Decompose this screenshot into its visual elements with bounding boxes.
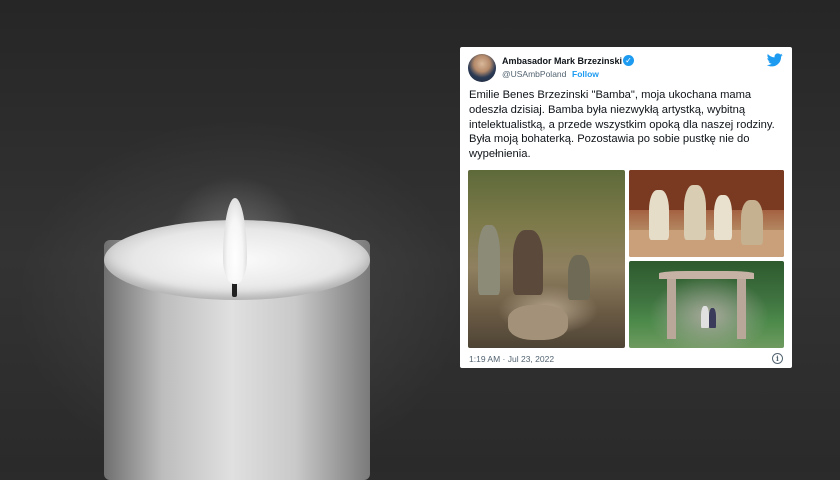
family-photo-gate[interactable] [629, 261, 784, 348]
person-figure [701, 306, 709, 328]
tweet-text: Emilie Benes Brzezinski "Bamba", moja uk… [469, 89, 775, 161]
rock [508, 305, 568, 340]
gate-beam [659, 271, 754, 279]
avatar[interactable] [468, 54, 496, 82]
person-figure [684, 185, 706, 240]
separator: · [564, 69, 567, 79]
author-name[interactable]: Ambasador Mark Brzezinski [502, 56, 622, 66]
author-handle[interactable]: @USAmbPoland [502, 69, 566, 79]
person-figure [709, 308, 716, 328]
family-photo-porch[interactable] [629, 170, 784, 257]
twitter-bird-icon[interactable] [767, 53, 783, 67]
person-figure [478, 225, 500, 295]
gate-post-left [667, 279, 676, 339]
tweet-card[interactable]: Ambasador Mark Brzezinski ✓ @USAmbPoland… [460, 47, 792, 368]
person-figure [513, 230, 543, 295]
tweet-timestamp[interactable]: 1:19 AM · Jul 23, 2022 [469, 354, 554, 364]
person-figure [649, 190, 669, 240]
family-photo-rocks[interactable] [468, 170, 625, 348]
person-figure [568, 255, 590, 300]
photo-grid [468, 170, 784, 348]
verified-badge-icon: ✓ [623, 55, 634, 66]
follow-button[interactable]: Follow [572, 69, 599, 79]
info-icon[interactable]: i [772, 353, 783, 364]
person-figure [714, 195, 732, 240]
gate-post-right [737, 279, 746, 339]
candle-image [100, 170, 375, 480]
person-figure [741, 200, 763, 245]
